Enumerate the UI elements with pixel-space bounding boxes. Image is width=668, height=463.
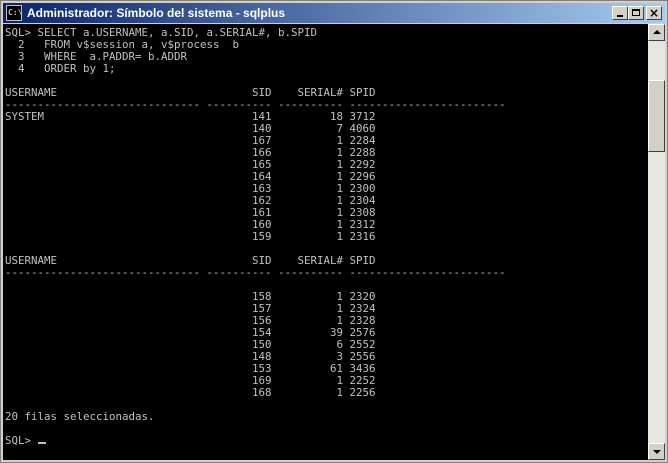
scroll-down-button[interactable] [648,443,665,460]
close-icon: × [648,6,660,20]
console-text: SQL> SELECT a.USERNAME, a.SID, a.SERIAL#… [3,24,648,447]
console-output[interactable]: SQL> SELECT a.USERNAME, a.SID, a.SERIAL#… [3,24,648,460]
text-cursor [37,442,46,444]
scroll-up-button[interactable] [648,24,665,41]
scroll-thumb[interactable] [648,80,665,152]
sql-prompt: SQL> [5,434,38,447]
console-line: 4 ORDER by 1; [5,62,116,75]
console-line: 159 1 2316 [5,230,376,243]
scroll-down-arrow-icon [653,450,661,454]
scroll-up-arrow-icon [653,30,661,34]
title-bar[interactable]: C:\ Administrador: Símbolo del sistema -… [3,3,665,23]
close-button[interactable]: × [646,6,662,20]
console-window: C:\ Administrador: Símbolo del sistema -… [0,0,668,463]
vertical-scrollbar[interactable] [648,24,665,460]
maximize-button[interactable] [628,6,644,20]
console-lines: SQL> SELECT a.USERNAME, a.SID, a.SERIAL#… [5,26,506,423]
console-line: 20 filas seleccionadas. [5,410,155,423]
minimize-button[interactable] [612,6,628,20]
window-title: Administrador: Símbolo del sistema - sql… [27,6,286,20]
console-line: ------------------------------ ---------… [5,266,506,279]
cmd-icon[interactable]: C:\ [6,5,22,21]
cmd-icon-label: C:\ [8,8,23,17]
console-line: 168 1 2256 [5,386,376,399]
